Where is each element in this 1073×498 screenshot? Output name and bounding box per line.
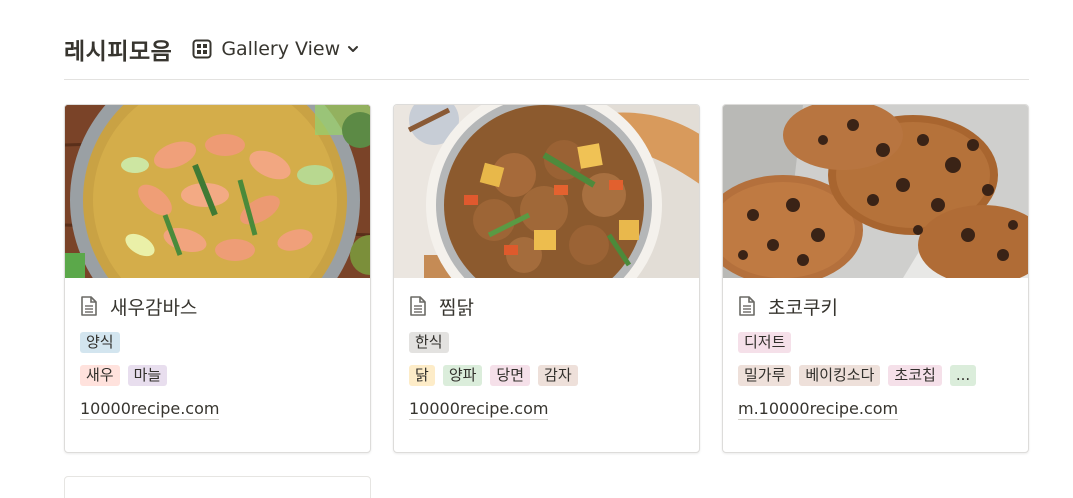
cookie-photo xyxy=(723,105,1028,278)
card-cover-image xyxy=(65,105,370,278)
page-icon xyxy=(410,296,426,316)
page-icon xyxy=(81,296,97,316)
gallery-card-choco-cookie[interactable]: 초코쿠키 디저트 밀가루 베이킹소다 초코칩 ... m.10000recipe… xyxy=(722,104,1029,453)
gallery-card-jjimdak[interactable]: 찜닭 한식 닭 양파 당면 감자 10000recipe.com xyxy=(393,104,700,453)
tag: 디저트 xyxy=(738,332,792,353)
tag: 밀가루 xyxy=(738,365,792,386)
tag: 당면 xyxy=(490,365,531,386)
category-tags: 양식 xyxy=(80,332,355,354)
view-switcher[interactable]: Gallery View xyxy=(192,38,359,60)
tag: 베이킹소다 xyxy=(799,365,881,386)
card-cover-image xyxy=(723,105,1028,278)
tag: 양식 xyxy=(80,332,120,353)
tag: 감자 xyxy=(538,365,578,386)
gambas-photo xyxy=(65,105,370,278)
tag: 양파 xyxy=(442,365,483,386)
category-tags: 한식 xyxy=(409,332,684,354)
tag: 새우 xyxy=(80,365,120,386)
gallery-grid-icon xyxy=(192,39,212,58)
tag: ... xyxy=(949,365,977,386)
card-title: 초코쿠키 xyxy=(738,292,1013,320)
jjimdak-photo xyxy=(394,105,699,278)
gallery-card-gambas[interactable]: 새우감바스 양식 새우 마늘 10000recipe.com xyxy=(64,104,371,453)
tag: 초코칩 xyxy=(888,365,942,386)
ingredient-tags: 새우 마늘 xyxy=(80,365,355,387)
ingredient-tags: 밀가루 베이킹소다 초코칩 ... xyxy=(738,365,1013,387)
card-title: 찜닭 xyxy=(409,292,684,320)
ingredient-tags: 닭 양파 당면 감자 xyxy=(409,365,684,387)
source-url-link[interactable]: 10000recipe.com xyxy=(409,399,549,420)
category-tags: 디저트 xyxy=(738,332,1013,354)
view-label: Gallery View xyxy=(221,37,341,60)
source-url-link[interactable]: 10000recipe.com xyxy=(80,399,220,420)
chevron-down-icon xyxy=(348,45,359,52)
gallery-header: 레시피모음 Gallery View xyxy=(64,30,1029,80)
tag: 한식 xyxy=(409,332,449,353)
page-icon xyxy=(739,296,755,316)
source-url-link[interactable]: m.10000recipe.com xyxy=(738,399,899,420)
gallery-card-partial[interactable] xyxy=(64,476,371,498)
card-title: 새우감바스 xyxy=(80,292,355,320)
tag: 닭 xyxy=(409,365,435,386)
card-cover-image xyxy=(394,105,699,278)
page-title: 레시피모음 xyxy=(64,38,173,65)
tag: 마늘 xyxy=(127,365,168,386)
